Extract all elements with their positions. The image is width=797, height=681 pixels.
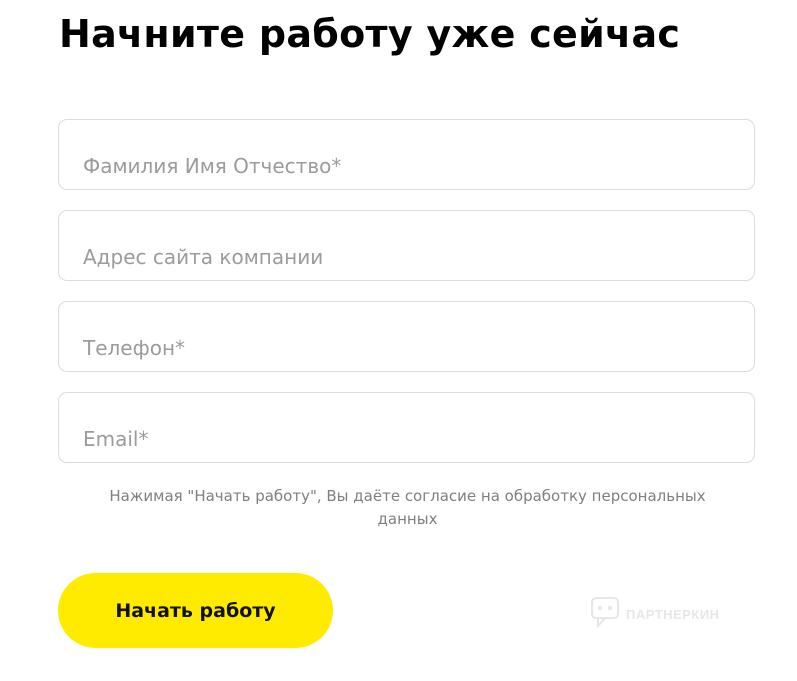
full-name-input[interactable] (83, 151, 738, 181)
company-website-field[interactable] (58, 210, 755, 281)
partnerkin-watermark: ПАРТНЕРКИН (590, 596, 720, 633)
email-field[interactable] (58, 392, 755, 463)
chat-bubble-icon (590, 596, 620, 633)
phone-input[interactable] (83, 333, 738, 363)
page-title: Начните работу уже сейчас (59, 12, 681, 56)
email-input[interactable] (83, 424, 738, 454)
phone-field[interactable] (58, 301, 755, 372)
start-work-button[interactable]: Начать работу (58, 573, 333, 648)
consent-text: Нажимая "Начать работу", Вы даёте соглас… (109, 487, 706, 528)
watermark-text: ПАРТНЕРКИН (626, 607, 720, 622)
full-name-field[interactable] (58, 119, 755, 190)
company-website-input[interactable] (83, 242, 738, 272)
signup-page: Начните работу уже сейчас Нажимая "Начат… (0, 0, 797, 681)
